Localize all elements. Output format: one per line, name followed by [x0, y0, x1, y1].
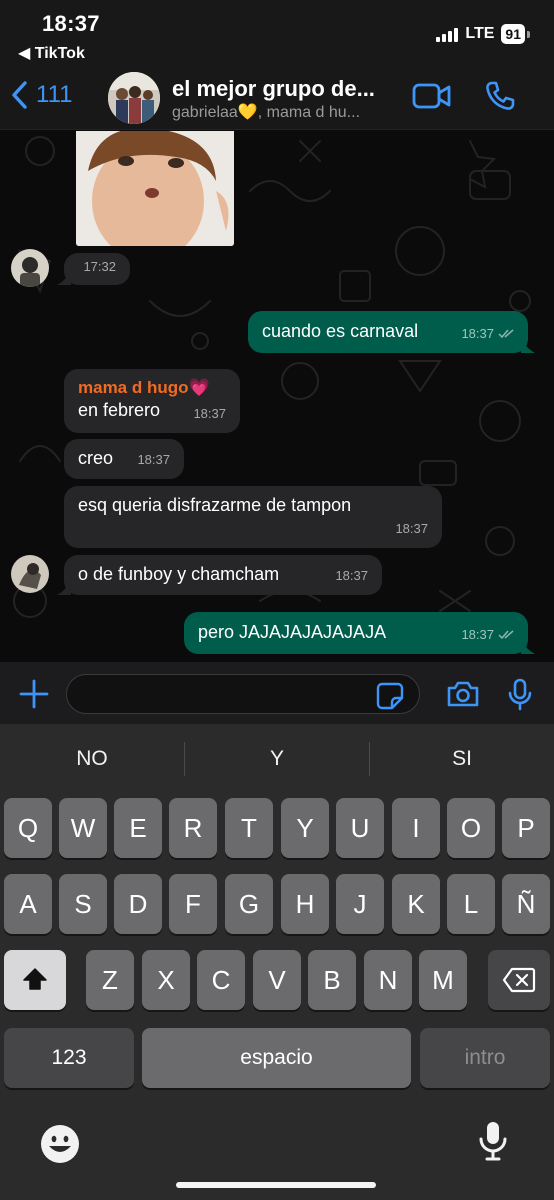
key-p[interactable]: P — [502, 798, 550, 858]
composer-bar — [0, 662, 554, 724]
phone-icon — [486, 81, 515, 110]
battery-icon — [527, 30, 530, 38]
message-time: 18:37 — [335, 568, 368, 583]
message-input[interactable] — [66, 674, 420, 714]
status-time: 18:37 — [42, 11, 100, 36]
key-c[interactable]: C — [197, 950, 245, 1010]
message-bubble[interactable]: creo 18:37 — [64, 439, 184, 479]
message-bubble[interactable]: 17:32 — [57, 253, 130, 285]
key-l[interactable]: L — [447, 874, 495, 934]
key-v[interactable]: V — [253, 950, 301, 1010]
camera-button[interactable] — [446, 680, 480, 713]
key-e[interactable]: E — [114, 798, 162, 858]
back-to-app-link[interactable]: ◀ TikTok — [18, 43, 85, 63]
attach-button[interactable] — [18, 678, 50, 715]
key-d[interactable]: D — [114, 874, 162, 934]
camera-icon — [447, 681, 479, 707]
received-photo[interactable] — [76, 131, 234, 246]
key-k[interactable]: K — [392, 874, 440, 934]
chat-title[interactable]: el mejor grupo de... — [172, 76, 375, 102]
key-n[interactable]: N — [364, 950, 412, 1010]
message-bubble[interactable]: o de funboy y chamcham 18:37 — [57, 555, 382, 595]
numbers-key[interactable]: 123 — [4, 1028, 134, 1088]
double-check-icon — [498, 329, 514, 339]
plus-icon — [19, 679, 49, 709]
voice-note-button[interactable] — [508, 678, 532, 717]
suggestion-2[interactable]: Y — [185, 724, 369, 794]
message-time: 18:37 — [193, 406, 226, 421]
key-f[interactable]: F — [169, 874, 217, 934]
shift-icon — [23, 968, 47, 990]
message-text: esq queria disfrazarme de tampon — [78, 495, 352, 515]
emoji-icon — [41, 1125, 79, 1163]
message-bubble[interactable]: mama d hugo💗 en febrero 18:37 — [64, 369, 240, 433]
video-call-button[interactable] — [412, 82, 452, 115]
space-key[interactable]: espacio — [142, 1028, 411, 1088]
keyboard: NO Y SI Q W E R T Y U I O P A S D F G H … — [0, 724, 554, 1200]
message-bubble-outgoing[interactable]: cuando es carnaval 18:37 — [248, 311, 535, 353]
message-list[interactable]: 17:32 cuando es carnaval 18:37 mama d hu… — [0, 131, 554, 662]
key-m[interactable]: M — [419, 950, 467, 1010]
message-text: o de funboy y chamcham — [78, 564, 280, 584]
suggestion-1[interactable]: NO — [0, 724, 184, 794]
message-meta: 18:37 — [461, 323, 514, 345]
key-o[interactable]: O — [447, 798, 495, 858]
backspace-key[interactable] — [488, 950, 550, 1010]
status-indicators: LTE 91 — [436, 24, 530, 44]
sender-avatar[interactable] — [11, 555, 49, 593]
group-photo — [108, 72, 160, 124]
message-time: 17:32 — [83, 259, 116, 274]
message-bubble[interactable]: esq queria disfrazarme de tampon 18:37 — [64, 486, 442, 548]
message-bubble-outgoing[interactable]: pero JAJAJAJAJAJAJA 18:37 — [184, 612, 535, 654]
key-r[interactable]: R — [169, 798, 217, 858]
back-button[interactable]: 111 — [10, 80, 72, 110]
double-check-icon — [498, 630, 514, 640]
home-indicator[interactable] — [176, 1182, 376, 1188]
key-u[interactable]: U — [336, 798, 384, 858]
key-y[interactable]: Y — [281, 798, 329, 858]
chat-header: 18:37 ◀ TikTok LTE 91 111 el mejor grupo… — [0, 0, 554, 130]
sender-name[interactable]: mama d hugo💗 — [78, 377, 226, 399]
battery-level: 91 — [501, 24, 525, 44]
sender-avatar[interactable] — [11, 249, 49, 287]
key-j[interactable]: J — [336, 874, 384, 934]
message-time: 18:37 — [461, 326, 494, 341]
microphone-icon — [479, 1122, 507, 1161]
key-q[interactable]: Q — [4, 798, 52, 858]
microphone-icon — [508, 678, 532, 711]
network-type: LTE — [465, 25, 495, 42]
key-n-tilde[interactable]: Ñ — [502, 874, 550, 934]
key-x[interactable]: X — [142, 950, 190, 1010]
return-key[interactable]: intro — [420, 1028, 550, 1088]
message-time: 18:37 — [395, 521, 428, 536]
group-avatar[interactable] — [108, 72, 160, 124]
chevron-left-icon — [12, 81, 27, 109]
key-h[interactable]: H — [281, 874, 329, 934]
backspace-icon — [502, 967, 536, 993]
key-g[interactable]: G — [225, 874, 273, 934]
signal-icon — [436, 26, 459, 42]
shift-key[interactable] — [4, 950, 66, 1010]
key-i[interactable]: I — [392, 798, 440, 858]
dictation-button[interactable] — [478, 1120, 508, 1167]
message-time: 18:37 — [137, 452, 170, 467]
sticker-button[interactable] — [376, 682, 404, 715]
unread-count: 111 — [36, 81, 73, 108]
emoji-keyboard-button[interactable] — [40, 1124, 80, 1169]
suggestion-3[interactable]: SI — [370, 724, 554, 794]
sticker-icon — [376, 682, 404, 710]
chat-participants[interactable]: gabrielaa💛, mama d hu... — [172, 102, 360, 122]
key-b[interactable]: B — [308, 950, 356, 1010]
key-z[interactable]: Z — [86, 950, 134, 1010]
voice-call-button[interactable] — [484, 80, 516, 117]
message-time: 18:37 — [461, 627, 494, 642]
key-a[interactable]: A — [4, 874, 52, 934]
key-t[interactable]: T — [225, 798, 273, 858]
key-w[interactable]: W — [59, 798, 107, 858]
message-meta: 18:37 — [461, 624, 514, 646]
key-s[interactable]: S — [59, 874, 107, 934]
child-photo-image — [76, 131, 234, 246]
video-camera-icon — [412, 83, 451, 109]
